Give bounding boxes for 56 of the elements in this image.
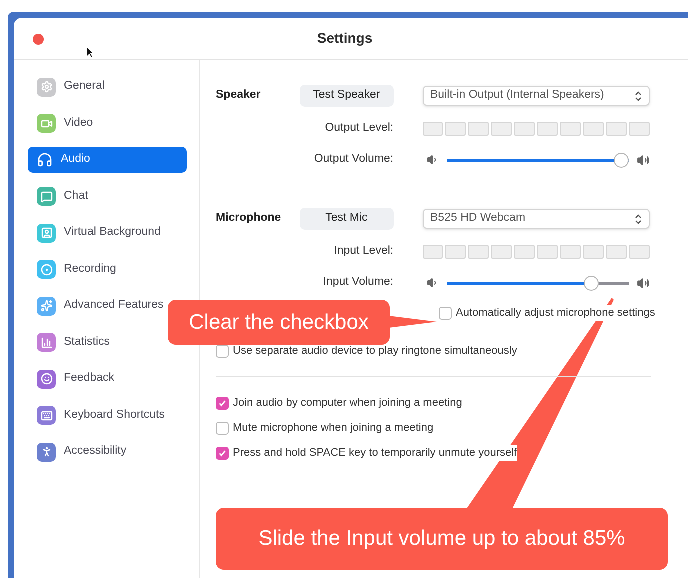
- volume-low-icon: [426, 154, 439, 166]
- checkbox[interactable]: [216, 446, 229, 460]
- option-label: Use separate audio device to play ringtone simultaneously: [233, 344, 518, 359]
- headphones-icon: [37, 152, 53, 168]
- field-label: Output Volume:: [313, 152, 394, 168]
- gear-icon: [37, 78, 56, 96]
- slider-thumb[interactable]: [584, 276, 599, 290]
- field-label: Output Level:: [324, 121, 394, 136]
- callout-pointer: [389, 316, 437, 328]
- test-button[interactable]: Test Mic: [300, 208, 394, 230]
- close-button[interactable]: [33, 34, 44, 45]
- video-camera-icon: [37, 114, 56, 133]
- checkbox[interactable]: [439, 306, 452, 320]
- sidebar-item[interactable]: Advanced Features: [28, 293, 166, 319]
- keyboard-icon: [37, 406, 56, 425]
- checkmark-icon: [218, 398, 227, 408]
- smiley-icon: [37, 370, 56, 388]
- sidebar-item[interactable]: Recording: [28, 256, 118, 282]
- sidebar-item[interactable]: Audio: [28, 147, 187, 173]
- person-portrait-icon: [37, 224, 56, 242]
- checkbox[interactable]: [216, 396, 229, 410]
- checkbox[interactable]: [216, 344, 229, 358]
- callout: Clear the checkbox: [168, 300, 390, 345]
- bar-chart-icon: [37, 333, 56, 352]
- slider-thumb[interactable]: [614, 152, 629, 168]
- sidebar-item[interactable]: Keyboard Shortcuts: [28, 402, 168, 428]
- window-title: Settings: [317, 29, 373, 48]
- updown-chevron-icon: [635, 90, 642, 102]
- sparkle-icon: [37, 296, 56, 316]
- updown-chevron-icon: [635, 214, 642, 224]
- sidebar-item[interactable]: Video: [28, 110, 96, 136]
- callout: Slide the Input volume up to about 85%: [216, 508, 668, 570]
- sidebar-item[interactable]: Virtual Background: [28, 220, 163, 246]
- mouse-cursor-icon: [86, 46, 95, 59]
- chat-bubble-icon: [37, 187, 56, 206]
- sidebar-item[interactable]: Statistics: [28, 330, 112, 356]
- section-label: Speaker: [216, 88, 262, 104]
- option-label: Automatically adjust microphone settings: [456, 304, 656, 322]
- sidebar-item[interactable]: Accessibility: [28, 439, 129, 465]
- field-label: Input Volume:: [322, 275, 394, 290]
- device-select[interactable]: Built-in Output (Internal Speakers): [422, 86, 650, 106]
- sidebar-item[interactable]: Chat: [28, 184, 90, 210]
- checkmark-icon: [218, 448, 227, 458]
- field-label: Input Level:: [333, 244, 394, 260]
- section-label: Microphone: [216, 211, 282, 226]
- record-icon: [37, 260, 56, 279]
- volume-high-icon: [637, 276, 650, 290]
- person-icon: [37, 442, 56, 462]
- device-select[interactable]: B525 HD Webcam: [422, 209, 650, 229]
- sidebar-item[interactable]: Feedback: [28, 366, 117, 392]
- checkbox[interactable]: [216, 422, 229, 434]
- volume-high-icon: [637, 154, 650, 166]
- option-label: Press and hold SPACE key to temporarily unmute yourself: [233, 444, 518, 462]
- volume-low-icon: [426, 277, 439, 289]
- sidebar-item[interactable]: General: [28, 74, 107, 100]
- test-button[interactable]: Test Speaker: [300, 85, 394, 107]
